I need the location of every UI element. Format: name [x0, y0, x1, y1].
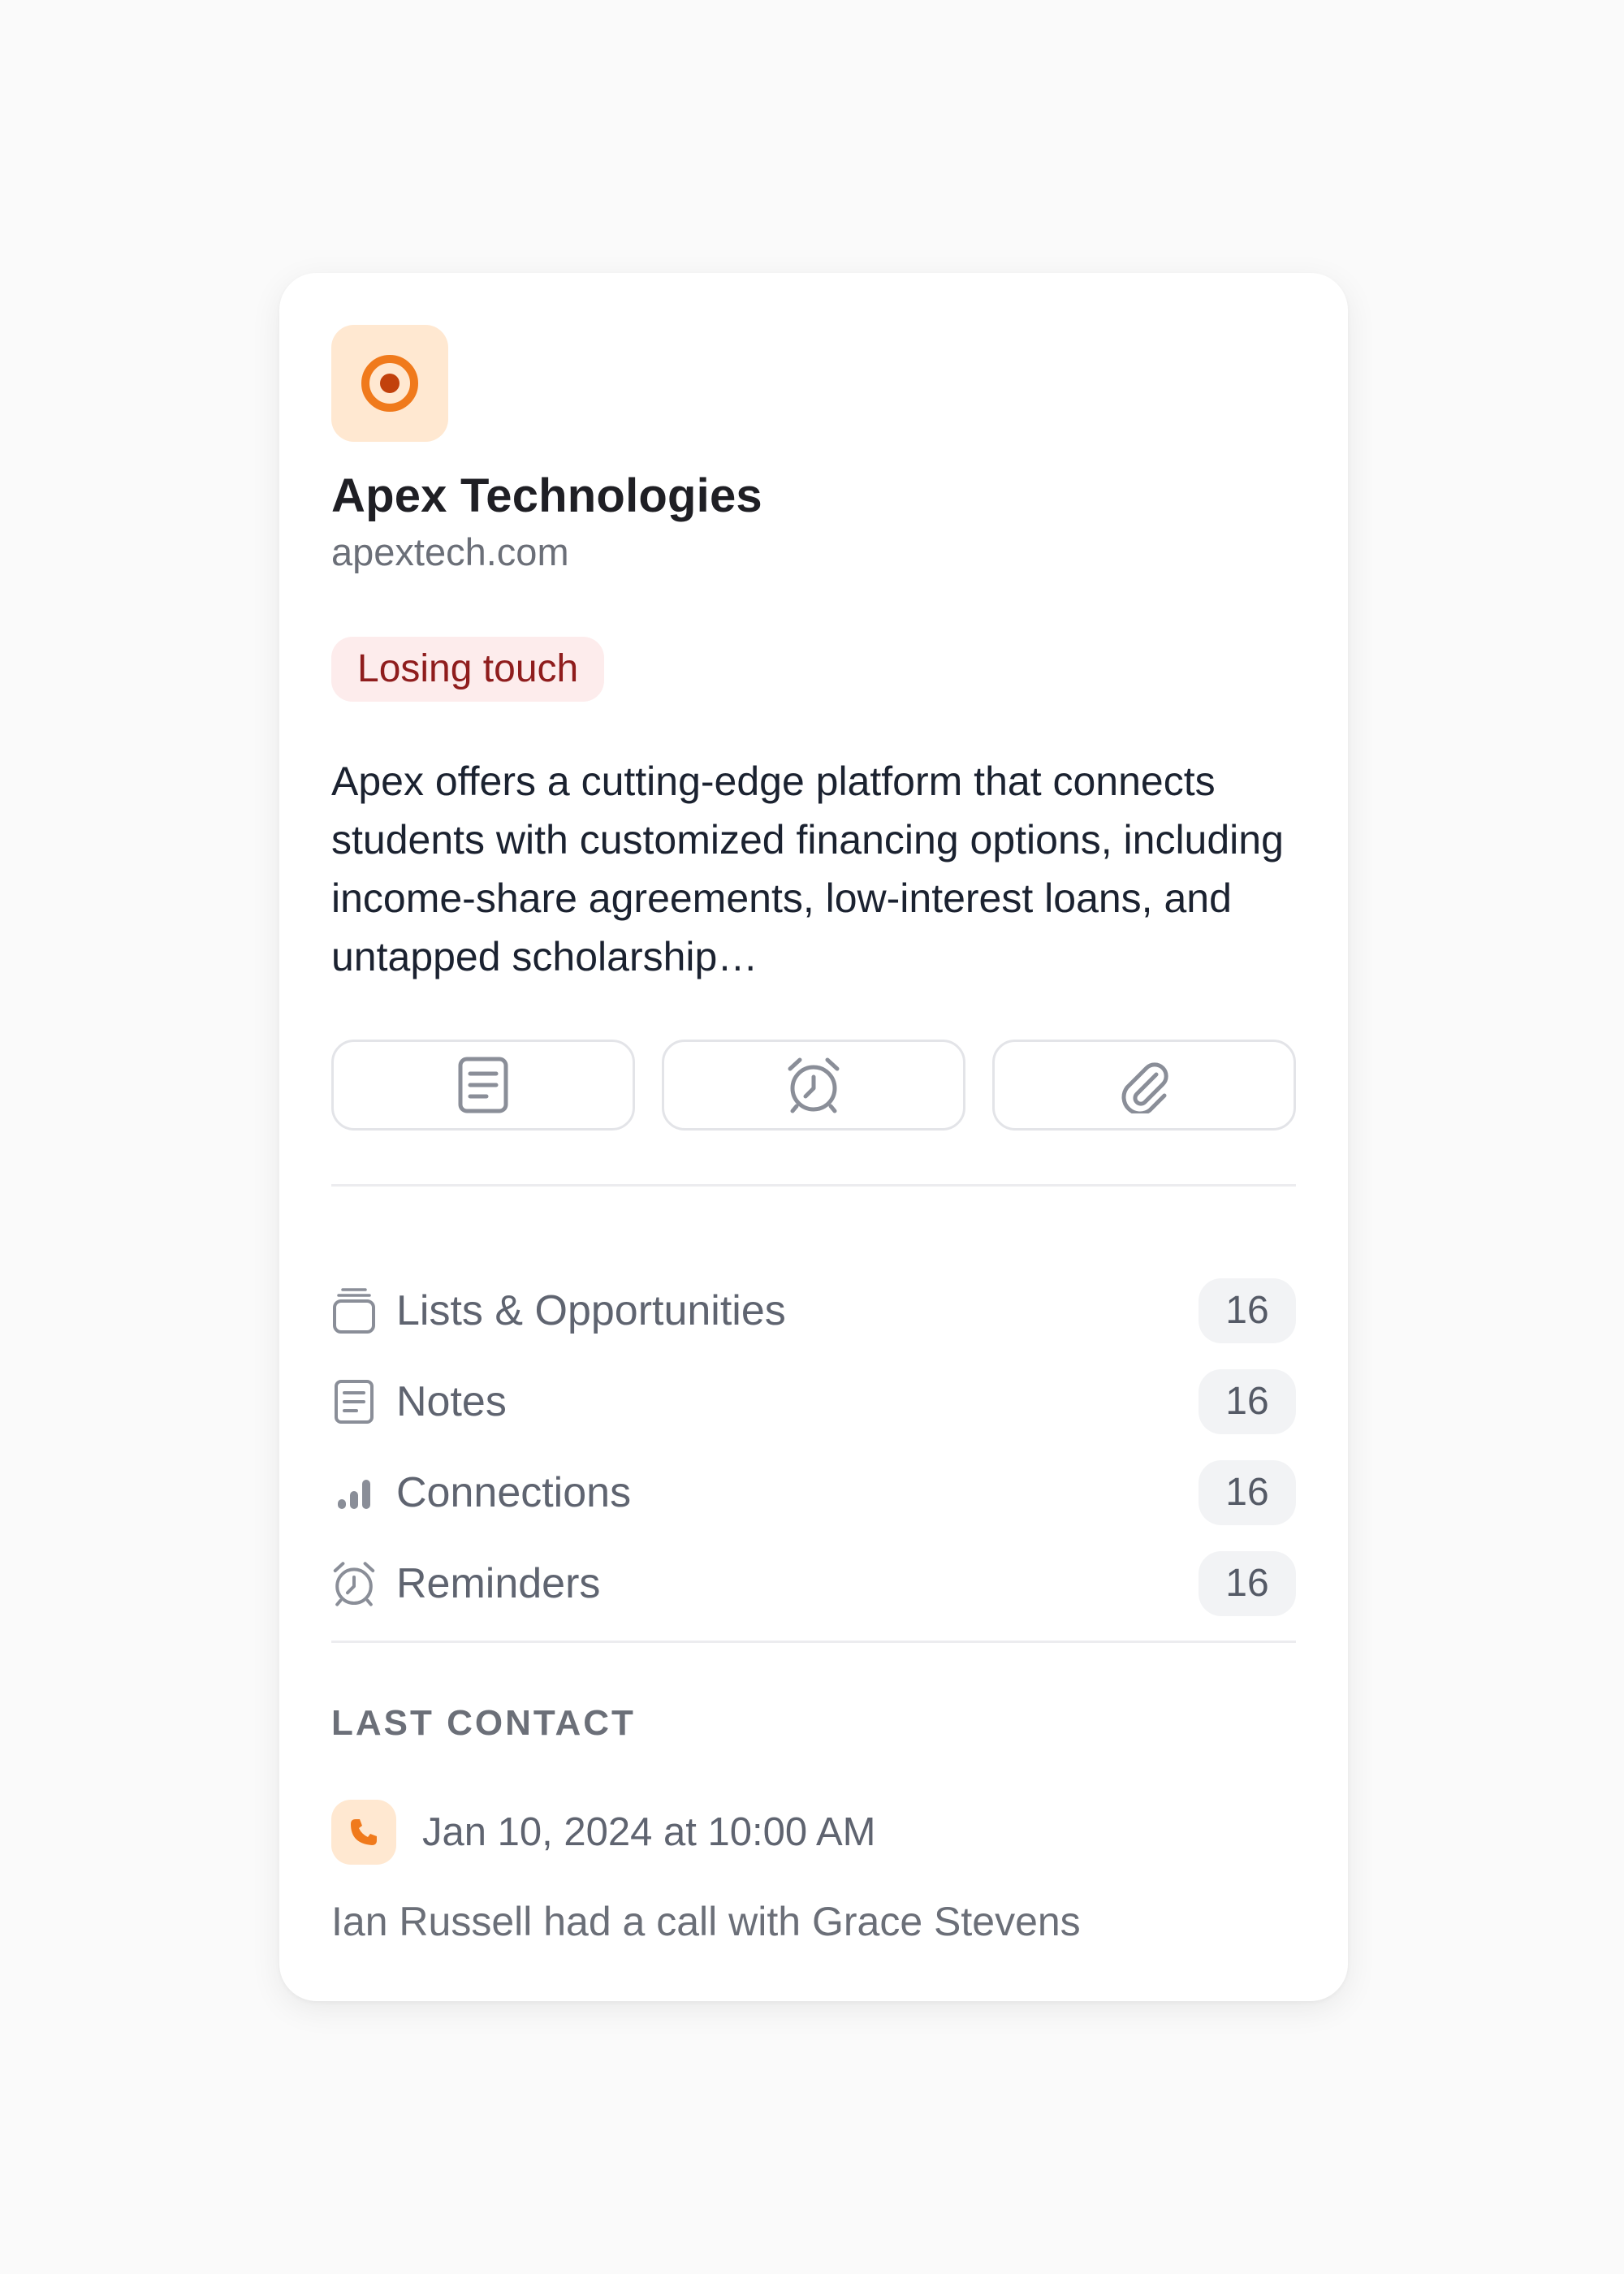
last-contact-date: Jan 10, 2024 at 10:00 AM: [422, 1810, 876, 1854]
phone-icon: [351, 1819, 377, 1845]
section-row-lists-opportunities[interactable]: Lists & Opportunities 16: [331, 1277, 1296, 1345]
add-reminder-button[interactable]: [662, 1040, 965, 1131]
company-description: Apex offers a cutting-edge platform that…: [331, 759, 1284, 979]
company-card: Apex Technologies apextech.com Losing to…: [279, 273, 1348, 2001]
contact-type-badge: [331, 1800, 396, 1865]
section-row-label: Notes: [396, 1378, 507, 1425]
signal-bars-icon: [331, 1470, 377, 1515]
divider: [331, 1184, 1296, 1187]
section-row-label: Reminders: [396, 1560, 601, 1607]
alarm-clock-icon: [788, 1057, 840, 1113]
target-icon: [361, 355, 418, 412]
section-row-reminders[interactable]: Reminders 16: [331, 1550, 1296, 1618]
divider: [331, 1641, 1296, 1643]
section-row-label: Connections: [396, 1469, 632, 1516]
section-row-connections[interactable]: Connections 16: [331, 1459, 1296, 1527]
add-note-button[interactable]: [331, 1040, 635, 1131]
company-logo: [331, 325, 448, 442]
company-name: Apex Technologies: [331, 469, 762, 522]
alarm-clock-icon: [331, 1561, 377, 1606]
section-count-badge: 16: [1199, 1278, 1296, 1343]
stack-icon: [331, 1288, 377, 1334]
section-row-label: Lists & Opportunities: [396, 1287, 786, 1334]
company-domain[interactable]: apextech.com: [331, 530, 569, 575]
note-icon: [331, 1379, 377, 1424]
section-count-badge: 16: [1199, 1369, 1296, 1434]
add-attachment-button[interactable]: [992, 1040, 1296, 1131]
action-bar: [331, 1040, 1296, 1131]
note-icon: [458, 1057, 508, 1113]
paperclip-icon: [1121, 1062, 1168, 1113]
last-contact-summary: Ian Russell had a call with Grace Steven…: [331, 1899, 1081, 1944]
section-row-notes[interactable]: Notes 16: [331, 1368, 1296, 1436]
status-badge: Losing touch: [331, 637, 605, 702]
section-count-badge: 16: [1199, 1460, 1296, 1525]
section-count-badge: 16: [1199, 1551, 1296, 1616]
last-contact-heading: LAST CONTACT: [331, 1703, 636, 1743]
